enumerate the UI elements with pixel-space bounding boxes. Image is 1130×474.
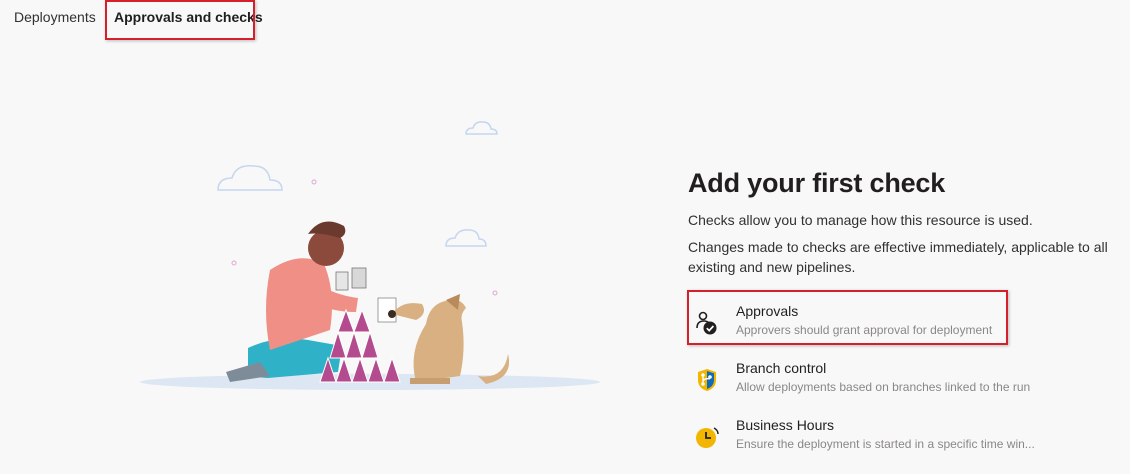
empty-state-panel: Add your first check Checks allow you to… [688,166,1128,277]
tab-deployments[interactable]: Deployments [14,8,96,26]
check-branch-control[interactable]: Branch control Allow deployments based o… [688,355,1108,403]
check-business-hours[interactable]: Business Hours Ensure the deployment is … [688,412,1108,460]
highlight-box-approvals [687,290,1008,345]
empty-state-illustration [140,121,600,390]
description-line-2: Changes made to checks are effective imm… [688,239,1108,275]
dog [388,294,510,384]
branch-control-icon [698,369,716,391]
check-description: Ensure the deployment is started in a sp… [736,437,1035,451]
business-hours-icon [696,427,719,448]
check-description: Allow deployments based on branches link… [736,380,1031,394]
cloud-icon [217,165,283,191]
page-title: Add your first check [688,168,946,198]
highlight-box-tab [105,0,255,40]
check-name: Business Hours [736,417,835,433]
description-line-1: Checks allow you to manage how this reso… [688,212,1033,228]
check-name: Branch control [736,360,827,376]
cloud-icon [445,229,487,247]
cloud-icon [465,121,498,135]
